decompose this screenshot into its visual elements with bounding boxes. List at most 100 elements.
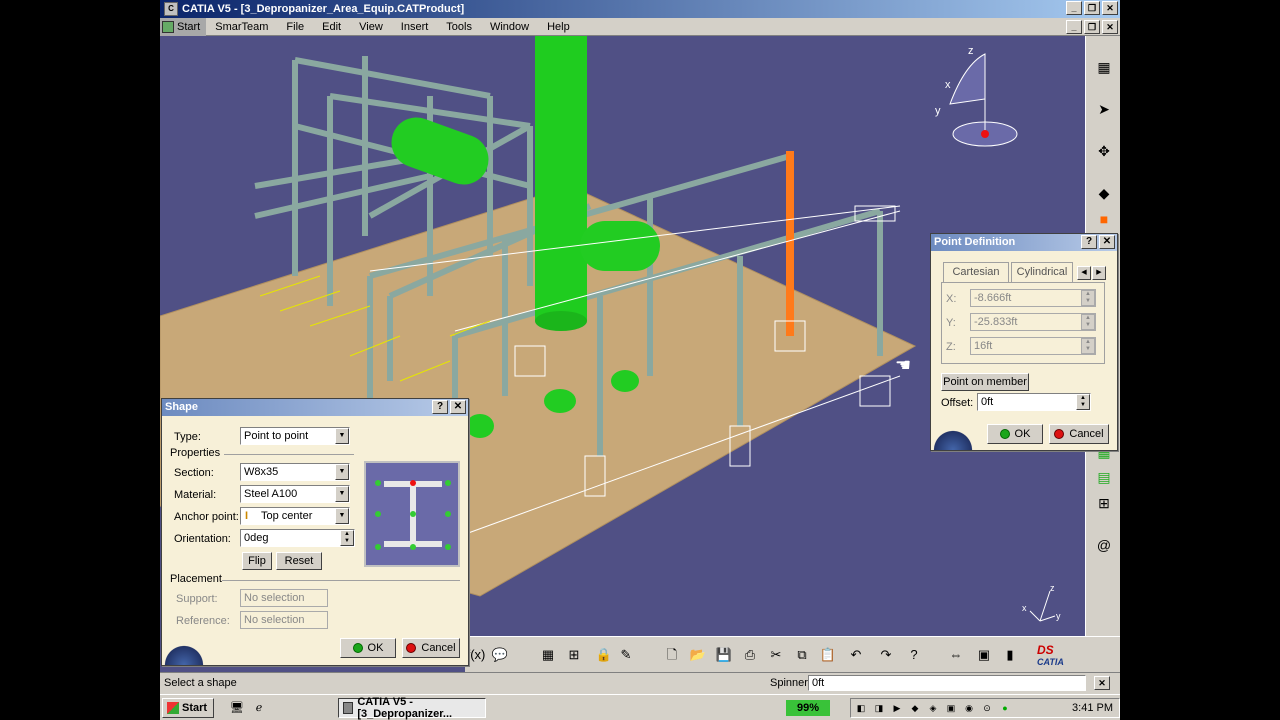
reference-field[interactable]: No selection xyxy=(240,611,328,629)
menu-window[interactable]: Window xyxy=(481,21,538,33)
doc-restore-button[interactable]: ❐ xyxy=(1084,20,1100,34)
statusbar-close-button[interactable]: ✕ xyxy=(1094,676,1110,690)
point-definition-dialog: Point Definition ? ✕ Cartesian Cylindric… xyxy=(930,233,1118,451)
z-field[interactable]: 16ft ▲ ▼ xyxy=(970,337,1096,355)
doc-close-button[interactable]: ✕ xyxy=(1102,20,1118,34)
table-icon[interactable]: ▦ xyxy=(537,645,559,665)
menu-start[interactable]: Start xyxy=(160,17,207,36)
paste-icon[interactable]: 📋 xyxy=(817,645,839,665)
browser-icon[interactable]: ℯ xyxy=(252,701,266,715)
redo-icon[interactable]: ↷ xyxy=(875,645,897,665)
chat-icon[interactable]: 💬 xyxy=(489,645,511,665)
minimize-button[interactable]: _ xyxy=(1066,1,1082,15)
tray-icon-9[interactable]: ● xyxy=(999,702,1011,714)
menu-file[interactable]: File xyxy=(277,21,313,33)
anchor-point-combo[interactable]: I Top center ▼ xyxy=(240,507,350,525)
y-field[interactable]: -25.833ft ▲ ▼ xyxy=(970,313,1096,331)
section-label: Section: xyxy=(174,467,214,479)
ok-button[interactable]: OK xyxy=(987,424,1043,444)
save-icon[interactable]: 💾 xyxy=(713,645,735,665)
spin-arrows-icon[interactable]: ▲ ▼ xyxy=(1081,290,1095,306)
tab-cylindrical[interactable]: Cylindrical xyxy=(1011,262,1073,282)
undo-icon[interactable]: ↶ xyxy=(845,645,867,665)
tray-icon-1[interactable]: ◧ xyxy=(855,702,867,714)
menu-bar: Start SmarTeam File Edit View Insert Too… xyxy=(160,17,1120,36)
menu-edit[interactable]: Edit xyxy=(313,21,350,33)
spin-arrows-icon[interactable]: ▲ ▼ xyxy=(1076,394,1090,410)
orientation-input[interactable]: 0deg ▲ ▼ xyxy=(240,529,355,547)
support-field[interactable]: No selection xyxy=(240,589,328,607)
move-icon[interactable]: ✥ xyxy=(1092,140,1116,162)
lock-icon[interactable]: 🔒 xyxy=(593,645,615,665)
tray-icon-5[interactable]: ◈ xyxy=(927,702,939,714)
compass-widget[interactable]: z x y xyxy=(930,44,1020,154)
offset-field[interactable]: 0ft ▲ ▼ xyxy=(977,393,1091,411)
spin-arrows-icon[interactable]: ▲ ▼ xyxy=(1081,314,1095,330)
copy-icon[interactable]: ⧉ xyxy=(791,645,813,665)
help-button[interactable]: ? xyxy=(432,400,448,414)
doc-minimize-button[interactable]: _ xyxy=(1066,20,1082,34)
close-button[interactable]: ✕ xyxy=(1099,235,1115,249)
point-on-member-button[interactable]: Point on member xyxy=(941,373,1029,391)
close-button[interactable]: ✕ xyxy=(1102,1,1118,15)
spiral-icon[interactable]: @ xyxy=(1092,534,1116,556)
type-combo[interactable]: Point to point ▼ xyxy=(240,427,350,445)
help-icon[interactable]: ? xyxy=(903,645,925,665)
taskbar-catia-button[interactable]: CATIA V5 - [3_Depropanizer... xyxy=(338,696,486,720)
menu-smarteam[interactable]: SmarTeam xyxy=(206,21,277,33)
sketch-icon[interactable]: ✎ xyxy=(615,645,637,665)
placement-divider xyxy=(222,580,460,581)
tray-icon-2[interactable]: ◨ xyxy=(873,702,885,714)
menu-help[interactable]: Help xyxy=(538,21,579,33)
menu-tools[interactable]: Tools xyxy=(437,21,481,33)
spin-arrows-icon[interactable]: ▲ ▼ xyxy=(340,530,354,546)
start-button[interactable]: Start xyxy=(162,698,214,718)
menu-insert[interactable]: Insert xyxy=(392,21,438,33)
red-dot-icon xyxy=(406,643,417,653)
tree-view-icon[interactable]: ⊞ xyxy=(563,645,585,665)
tray-icon-7[interactable]: ◉ xyxy=(963,702,975,714)
cancel-button[interactable]: Cancel xyxy=(1049,424,1109,444)
measure-icon[interactable]: ⇔ xyxy=(945,645,967,665)
battery-indicator[interactable]: 99% xyxy=(786,700,830,716)
desktop-icon[interactable]: 🖥 xyxy=(230,701,244,715)
tab-cartesian[interactable]: Cartesian xyxy=(943,262,1009,282)
select-arrow-icon[interactable]: ➤ xyxy=(1092,98,1116,120)
section-combo[interactable]: W8x35 ▼ xyxy=(240,463,350,481)
x-field[interactable]: -8.666ft ▲ ▼ xyxy=(970,289,1096,307)
structure-icon[interactable]: ▦ xyxy=(1092,56,1116,78)
flip-button[interactable]: Flip xyxy=(242,552,272,570)
cut-icon[interactable]: ✂ xyxy=(765,645,787,665)
shape-dialog-title[interactable]: Shape ? ✕ xyxy=(162,399,468,416)
reset-button[interactable]: Reset xyxy=(276,552,322,570)
new-file-icon[interactable]: 🗋 xyxy=(661,645,683,665)
open-folder-icon[interactable]: 📂 xyxy=(687,645,709,665)
member-icon[interactable]: ■ xyxy=(1092,208,1116,230)
tree-icon[interactable]: ⊞ xyxy=(1092,492,1116,514)
frame-icon[interactable]: ▤ xyxy=(1092,466,1116,488)
print-icon[interactable]: ⎙ xyxy=(739,645,761,665)
tab-scroll-left-icon[interactable]: ◀ xyxy=(1077,266,1091,280)
cylinder-icon[interactable]: ▮ xyxy=(999,645,1021,665)
ok-button[interactable]: OK xyxy=(340,638,396,658)
point-dialog-title[interactable]: Point Definition ? ✕ xyxy=(931,234,1117,251)
window-titlebar[interactable]: C CATIA V5 - [3_Depropanizer_Area_Equip.… xyxy=(160,0,1120,18)
restore-button[interactable]: ❐ xyxy=(1084,1,1100,15)
tab-scroll-right-icon[interactable]: ▶ xyxy=(1092,266,1106,280)
help-button[interactable]: ? xyxy=(1081,235,1097,249)
tray-icon-4[interactable]: ◆ xyxy=(909,702,921,714)
plane-icon[interactable]: ◆ xyxy=(1092,182,1116,204)
tray-icon-3[interactable]: ▶ xyxy=(891,702,903,714)
tray-icon-8[interactable]: ⊙ xyxy=(981,702,993,714)
spinner-input[interactable]: 0ft xyxy=(808,675,1086,691)
menu-view[interactable]: View xyxy=(350,21,392,33)
system-tray: ◧ ◨ ▶ ◆ ◈ ▣ ◉ ⊙ ● 3:41 PM xyxy=(850,698,1120,718)
coordinates-panel: X: -8.666ft ▲ ▼ Y: -25.833ft ▲ ▼ Z: 16ft ▲… xyxy=(941,282,1105,364)
material-combo[interactable]: Steel A100 ▼ xyxy=(240,485,350,503)
analysis-icon[interactable]: ▣ xyxy=(973,645,995,665)
cancel-button[interactable]: Cancel xyxy=(402,638,460,658)
close-button[interactable]: ✕ xyxy=(450,400,466,414)
spin-arrows-icon[interactable]: ▲ ▼ xyxy=(1081,338,1095,354)
catia-logo: DS CATIA xyxy=(1037,643,1064,667)
tray-icon-6[interactable]: ▣ xyxy=(945,702,957,714)
